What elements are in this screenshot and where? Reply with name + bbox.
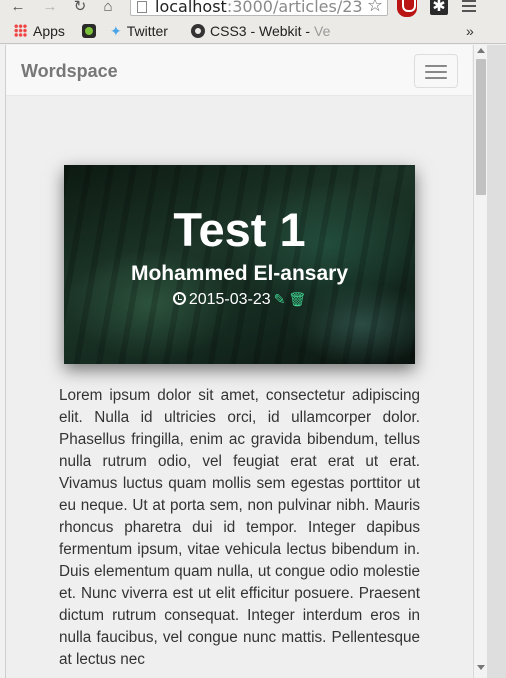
bookmark-css3-label: CSS3 - Webkit - (210, 23, 311, 39)
apps-grid-icon (14, 24, 27, 37)
edit-icon[interactable]: ✎ (274, 289, 286, 309)
url-host: localhost (155, 0, 227, 16)
browser-toolbar: ← → ↻ ⌂ localhost:3000/articles/23 ☆ ✱ (0, 0, 506, 18)
bookmark-css3-faded: Ve (314, 23, 331, 39)
bookmark-green-icon[interactable] (82, 24, 96, 38)
scroll-up-arrow-icon[interactable] (477, 48, 485, 53)
extension-icon[interactable]: ✱ (430, 0, 448, 15)
bookmark-twitter[interactable]: ✦ Twitter (110, 22, 168, 40)
reload-icon[interactable]: ↻ (70, 0, 90, 16)
article-body: Lorem ipsum dolor sit amet, consectetur … (59, 387, 420, 668)
page-viewport: Wordspace Test 1 Mohammed El-ansary 2015… (5, 45, 472, 678)
article-meta: 2015-03-23 ✎ 🗑 (64, 289, 415, 310)
article-date: 2015-03-23 (188, 291, 271, 308)
url-path: :3000/articles/23 (226, 0, 363, 16)
url-text: localhost:3000/articles/23 (155, 0, 363, 16)
trash-icon[interactable]: 🗑 (288, 289, 306, 309)
bookmarks-bar: Apps ✦ Twitter CSS3 - Webkit - Ve » (0, 18, 506, 44)
page-scrollbar[interactable] (473, 45, 487, 678)
hamburger-icon[interactable] (414, 54, 458, 88)
star-icon[interactable]: ☆ (367, 0, 383, 16)
bookmark-apps[interactable]: Apps (14, 22, 65, 40)
back-arrow-icon[interactable]: ← (8, 0, 28, 16)
browser-menu-icon[interactable] (462, 0, 476, 12)
scroll-thumb[interactable] (476, 59, 486, 195)
brand-link[interactable]: Wordspace (21, 61, 118, 82)
bookmark-twitter-label: Twitter (126, 23, 168, 39)
clock-icon (172, 292, 186, 305)
css3-site-icon (191, 24, 205, 38)
article-author: Mohammed El-ansary (130, 262, 349, 285)
address-bar[interactable]: localhost:3000/articles/23 ☆ (130, 0, 388, 16)
window-edge (487, 45, 506, 678)
home-icon[interactable]: ⌂ (98, 0, 118, 16)
article-title: Test 1 (173, 203, 306, 256)
ublock-extension-icon[interactable] (397, 0, 417, 17)
bookmark-apps-label: Apps (33, 23, 65, 39)
bookmark-css3[interactable]: CSS3 - Webkit - Ve (191, 22, 330, 40)
forward-arrow-icon[interactable]: → (40, 0, 60, 16)
page-icon (137, 1, 147, 13)
site-navbar: Wordspace (6, 45, 472, 96)
twitter-bird-icon: ✦ (110, 23, 122, 39)
bookmarks-overflow-button[interactable]: » (466, 22, 474, 40)
scroll-down-arrow-icon[interactable] (477, 665, 485, 670)
article-header-image: Test 1 Mohammed El-ansary 2015-03-23 ✎ 🗑 (64, 165, 415, 364)
